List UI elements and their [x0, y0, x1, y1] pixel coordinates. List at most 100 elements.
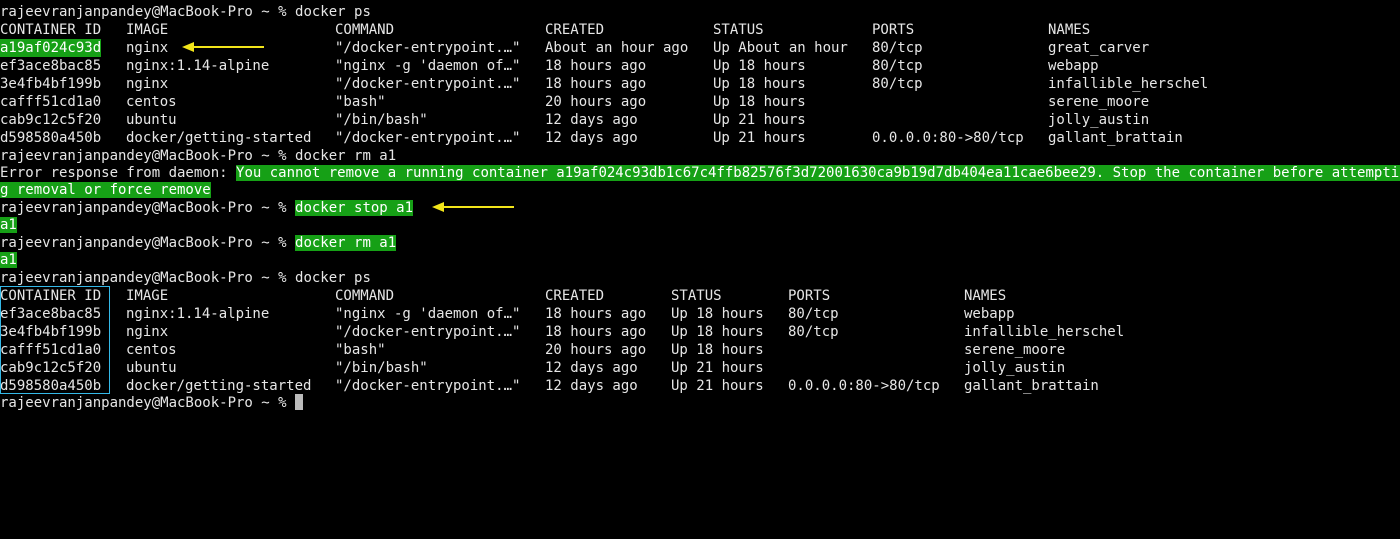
- ports-cell: 0.0.0.0:80->80/tcp: [872, 130, 1024, 146]
- table-row: cab9c12c5f20 ubuntu "/bin/bash" 12 days …: [0, 111, 1149, 129]
- created-cell: 18 hours ago: [545, 324, 647, 340]
- ports-cell: 80/tcp: [788, 324, 839, 340]
- command-output: a1: [0, 251, 17, 269]
- column-header-names: NAMES: [1048, 22, 1091, 38]
- names-cell: gallant_brattain: [1048, 130, 1183, 146]
- column-header-command: COMMAND: [335, 288, 395, 304]
- status-cell: Up 18 hours: [671, 342, 764, 358]
- names-cell: webapp: [1048, 58, 1099, 74]
- column-header-ports: PORTS: [872, 22, 915, 38]
- names-cell: webapp: [964, 306, 1015, 322]
- status-cell: Up 18 hours: [671, 324, 764, 340]
- column-header-command: COMMAND: [335, 22, 395, 38]
- command-cell: "nginx -g 'daemon of…": [335, 58, 521, 74]
- shell-prompt: rajeevranjanpandey@MacBook-Pro ~ %: [0, 270, 296, 286]
- prompt-line: rajeevranjanpandey@MacBook-Pro ~ % docke…: [0, 3, 371, 21]
- container-id-cell: cafff51cd1a0: [0, 94, 102, 110]
- shell-prompt: rajeevranjanpandey@MacBook-Pro ~ %: [0, 148, 296, 164]
- error-message: You cannot remove a running container a1…: [236, 165, 1400, 181]
- image-cell: nginx: [126, 40, 169, 56]
- command-cell: "bash": [335, 94, 386, 110]
- table-row: cafff51cd1a0 centos "bash" 20 hours ago …: [0, 93, 1149, 111]
- command-cell: "bash": [335, 342, 386, 358]
- table-row: a19af024c93d nginx "/docker-entrypoint.……: [0, 39, 1149, 57]
- status-cell: Up 21 hours: [671, 378, 764, 394]
- error-line: Error response from daemon: You cannot r…: [0, 164, 1400, 182]
- column-header-names: NAMES: [964, 288, 1007, 304]
- status-cell: Up 18 hours: [713, 58, 806, 74]
- table-row: 3e4fb4bf199b nginx "/docker-entrypoint.……: [0, 75, 1208, 93]
- ports-cell: 80/tcp: [872, 40, 923, 56]
- names-cell: great_carver: [1048, 40, 1150, 56]
- image-cell: ubuntu: [126, 112, 177, 128]
- created-cell: 18 hours ago: [545, 76, 647, 92]
- names-cell: infallible_herschel: [964, 324, 1125, 340]
- error-prefix: Error response from daemon:: [0, 165, 237, 181]
- column-header-status: STATUS: [671, 288, 722, 304]
- command-cell: "/bin/bash": [335, 360, 428, 376]
- shell-prompt: rajeevranjanpandey@MacBook-Pro ~ %: [0, 4, 296, 20]
- column-header-image: IMAGE: [126, 22, 169, 38]
- created-cell: 12 days ago: [545, 360, 638, 376]
- command-cell: "/docker-entrypoint.…": [335, 324, 521, 340]
- prompt-line: rajeevranjanpandey@MacBook-Pro ~ % docke…: [0, 147, 396, 165]
- image-cell: docker/getting-started: [126, 378, 312, 394]
- image-cell: centos: [126, 342, 177, 358]
- command-cell: "nginx -g 'daemon of…": [335, 306, 521, 322]
- command-cell: "/docker-entrypoint.…": [335, 40, 521, 56]
- shell-prompt: rajeevranjanpandey@MacBook-Pro ~ %: [0, 200, 296, 216]
- command-text: docker rm a1: [295, 235, 397, 251]
- table-row: d598580a450b docker/getting-started "/do…: [0, 129, 1183, 147]
- output-text: a1: [0, 252, 17, 268]
- column-header-created: CREATED: [545, 288, 605, 304]
- command-output: a1: [0, 216, 17, 234]
- column-header-container-id: CONTAINER ID: [0, 22, 102, 38]
- column-header-ports: PORTS: [788, 288, 831, 304]
- prompt-line: rajeevranjanpandey@MacBook-Pro ~ % docke…: [0, 269, 371, 287]
- command-text: docker ps: [295, 270, 371, 286]
- names-cell: gallant_brattain: [964, 378, 1099, 394]
- ports-cell: 80/tcp: [872, 76, 923, 92]
- created-cell: 18 hours ago: [545, 58, 647, 74]
- created-cell: 12 days ago: [545, 112, 638, 128]
- command-cell: "/docker-entrypoint.…": [335, 76, 521, 92]
- shell-prompt: rajeevranjanpandey@MacBook-Pro ~ %: [0, 395, 296, 411]
- command-cell: "/bin/bash": [335, 112, 428, 128]
- status-cell: Up 18 hours: [671, 306, 764, 322]
- image-cell: nginx:1.14-alpine: [126, 58, 270, 74]
- image-cell: nginx:1.14-alpine: [126, 306, 270, 322]
- ports-cell: 80/tcp: [872, 58, 923, 74]
- error-message-continued: g removal or force remove: [0, 182, 211, 198]
- error-line-continued: g removal or force remove: [0, 181, 211, 199]
- command-text: docker rm a1: [295, 148, 397, 164]
- status-cell: Up 21 hours: [671, 360, 764, 376]
- shell-prompt: rajeevranjanpandey@MacBook-Pro ~ %: [0, 235, 296, 251]
- created-cell: 20 hours ago: [545, 94, 647, 110]
- container-id-cell: 3e4fb4bf199b: [0, 76, 102, 92]
- arrow-icon: [432, 202, 514, 212]
- image-cell: ubuntu: [126, 360, 177, 376]
- output-text: a1: [0, 217, 17, 233]
- cursor: [295, 394, 304, 410]
- status-cell: Up 21 hours: [713, 112, 806, 128]
- names-cell: jolly_austin: [964, 360, 1066, 376]
- command-cell: "/docker-entrypoint.…": [335, 130, 521, 146]
- arrow-icon: [182, 42, 264, 52]
- container-id-cell: cab9c12c5f20: [0, 112, 102, 128]
- created-cell: About an hour ago: [545, 40, 689, 56]
- container-id-cell: d598580a450b: [0, 130, 102, 146]
- container-id-cell: ef3ace8bac85: [0, 58, 102, 74]
- created-cell: 18 hours ago: [545, 306, 647, 322]
- names-cell: serene_moore: [964, 342, 1066, 358]
- created-cell: 20 hours ago: [545, 342, 647, 358]
- prompt-line[interactable]: rajeevranjanpandey@MacBook-Pro ~ %: [0, 394, 304, 412]
- prompt-line: rajeevranjanpandey@MacBook-Pro ~ % docke…: [0, 234, 397, 252]
- ports-cell: 80/tcp: [788, 306, 839, 322]
- command-cell: "/docker-entrypoint.…": [335, 378, 521, 394]
- image-cell: nginx: [126, 324, 169, 340]
- table-row: ef3ace8bac85 nginx:1.14-alpine "nginx -g…: [0, 57, 1099, 75]
- names-cell: infallible_herschel: [1048, 76, 1209, 92]
- image-cell: docker/getting-started: [126, 130, 312, 146]
- column-header-status: STATUS: [713, 22, 764, 38]
- terminal-window[interactable]: rajeevranjanpandey@MacBook-Pro ~ % docke…: [0, 0, 1400, 413]
